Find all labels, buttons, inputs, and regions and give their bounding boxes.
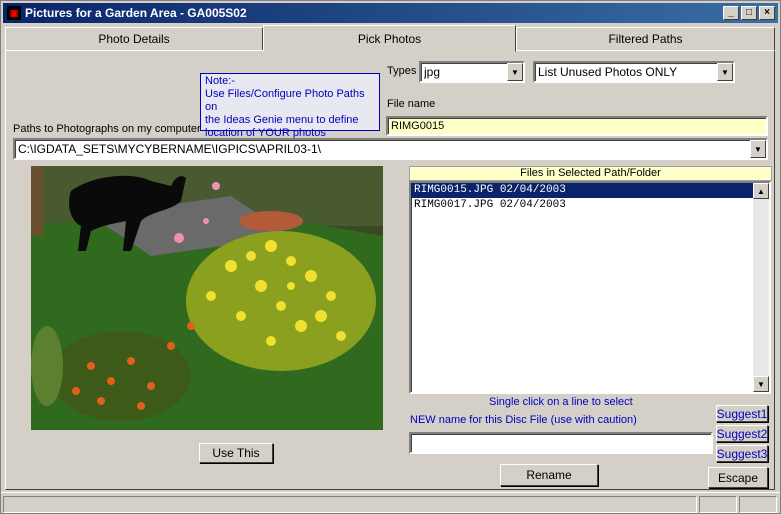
list-item[interactable]: RIMG0015.JPG 02/04/2003 — [411, 183, 769, 198]
rename-label: NEW name for this Disc File (use with ca… — [410, 414, 637, 426]
list-item[interactable]: RIMG0017.JPG 02/04/2003 — [411, 198, 769, 213]
minimize-button[interactable]: _ — [723, 6, 739, 20]
chevron-down-icon[interactable]: ▼ — [750, 140, 766, 158]
main-window: ▣ Pictures for a Garden Area - GA005S02 … — [0, 0, 781, 514]
tab-strip: Photo Details Pick Photos Filtered Paths — [5, 25, 775, 52]
suggest2-button[interactable]: Suggest2 — [716, 425, 768, 442]
status-cell — [3, 496, 697, 513]
filename-label: File name — [387, 98, 436, 110]
paths-select[interactable]: C:\IGDATA_SETS\MYCYBERNAME\IGPICS\APRIL0… — [13, 138, 768, 160]
status-bar — [1, 492, 780, 513]
maximize-button[interactable]: □ — [741, 6, 757, 20]
app-icon: ▣ — [7, 6, 21, 20]
types-label: Types — [387, 65, 417, 77]
note-line: Use Files/Configure Photo Paths on — [205, 88, 365, 113]
suggest1-button[interactable]: Suggest1 — [716, 405, 768, 422]
filter-value: List Unused Photos ONLY — [538, 65, 678, 79]
garden-photo-image — [31, 166, 383, 430]
chevron-down-icon[interactable]: ▼ — [507, 63, 523, 81]
note-line: the Ideas Genie menu to define — [205, 114, 359, 126]
paths-value: C:\IGDATA_SETS\MYCYBERNAME\IGPICS\APRIL0… — [18, 142, 321, 156]
types-value: jpg — [424, 65, 441, 79]
chevron-down-icon[interactable]: ▼ — [717, 63, 733, 81]
filename-input[interactable]: RIMG0015 — [386, 116, 768, 136]
filter-select[interactable]: List Unused Photos ONLY ▼ — [533, 61, 735, 83]
status-cell — [699, 496, 737, 513]
scroll-up-icon[interactable]: ▲ — [753, 183, 769, 199]
files-scrollbar[interactable]: ▲ ▼ — [753, 183, 769, 392]
files-list-header: Files in Selected Path/Folder — [409, 166, 772, 181]
tab-photo-details[interactable]: Photo Details — [5, 27, 263, 51]
note-line: Note:- — [205, 75, 235, 87]
filename-value: RIMG0015 — [391, 120, 445, 132]
close-button[interactable]: × — [759, 6, 775, 20]
paths-label: Paths to Photographs on my computer — [13, 123, 201, 135]
new-name-input[interactable] — [409, 432, 713, 454]
tab-pick-photos[interactable]: Pick Photos — [263, 25, 516, 52]
tab-filtered-paths[interactable]: Filtered Paths — [516, 27, 775, 51]
escape-button[interactable]: Escape — [708, 467, 768, 488]
use-this-button[interactable]: Use This — [199, 443, 273, 463]
note-box: Note:- Use Files/Configure Photo Paths o… — [200, 73, 380, 139]
select-hint: Single click on a line to select — [489, 396, 633, 408]
title-bar[interactable]: ▣ Pictures for a Garden Area - GA005S02 … — [3, 3, 778, 23]
window-title: Pictures for a Garden Area - GA005S02 — [25, 6, 247, 20]
status-cell — [739, 496, 777, 513]
files-list[interactable]: RIMG0015.JPG 02/04/2003 RIMG0017.JPG 02/… — [409, 181, 771, 394]
rename-button[interactable]: Rename — [500, 464, 598, 486]
photo-preview — [31, 166, 383, 430]
scroll-down-icon[interactable]: ▼ — [753, 376, 769, 392]
types-select[interactable]: jpg ▼ — [419, 61, 525, 83]
suggest3-button[interactable]: Suggest3 — [716, 445, 768, 462]
